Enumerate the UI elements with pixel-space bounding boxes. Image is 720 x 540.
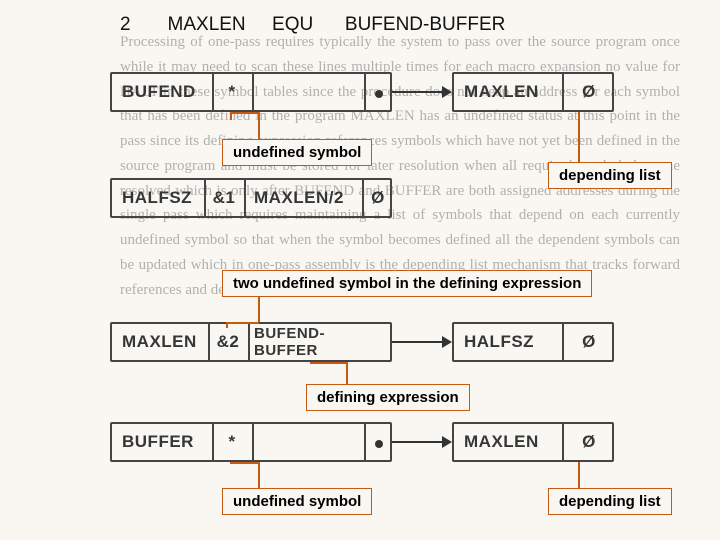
connector xyxy=(258,296,260,322)
cell: MAXLEN/2 xyxy=(244,180,362,216)
connector xyxy=(578,112,580,162)
connector xyxy=(230,462,259,464)
record-halfsz-dep: HALFSZ Ø xyxy=(452,322,614,362)
cell: MAXLEN xyxy=(454,74,562,110)
cell: &2 xyxy=(208,324,248,360)
label-undefined-symbol: undefined symbol xyxy=(222,139,372,166)
cell: HALFSZ xyxy=(112,180,204,216)
arrow-head-icon xyxy=(442,336,452,348)
record-maxlen-def: MAXLEN &2 BUFEND-BUFFER xyxy=(110,322,392,362)
label-defining-expression: defining expression xyxy=(306,384,470,411)
arrow-line xyxy=(392,91,444,93)
cell: Ø xyxy=(562,324,616,360)
arrow-head-icon xyxy=(442,436,452,448)
record-buffer: BUFFER * xyxy=(110,422,392,462)
connector xyxy=(226,322,259,324)
pointer-dot xyxy=(375,90,383,98)
record-maxlen-dep: MAXLEN Ø xyxy=(452,72,614,112)
connector xyxy=(230,112,232,120)
arrow-line xyxy=(392,341,444,343)
cell: * xyxy=(212,424,252,460)
connector xyxy=(310,362,347,364)
cell: Ø xyxy=(562,424,616,460)
record-maxlen-dep2: MAXLEN Ø xyxy=(452,422,614,462)
label-depending-list: depending list xyxy=(548,162,672,189)
cell: * xyxy=(212,74,252,110)
cell: HALFSZ xyxy=(454,324,562,360)
cell: MAXLEN xyxy=(454,424,562,460)
label-undefined-symbol-2: undefined symbol xyxy=(222,488,372,515)
label-depending-list-2: depending list xyxy=(548,488,672,515)
label-two-undefined: two undefined symbol in the defining exp… xyxy=(222,270,592,297)
cell: Ø xyxy=(362,180,394,216)
header-equ-line: 2 MAXLEN EQU BUFEND-BUFFER xyxy=(120,14,505,36)
arrow-head-icon xyxy=(442,86,452,98)
connector xyxy=(258,112,260,139)
connector xyxy=(258,462,260,488)
connector xyxy=(578,462,580,488)
cell: Ø xyxy=(562,74,616,110)
cell: BUFEND-BUFFER xyxy=(248,324,394,360)
connector xyxy=(346,362,348,384)
record-halfsz: HALFSZ &1 MAXLEN/2 Ø xyxy=(110,178,392,218)
cell: &1 xyxy=(204,180,244,216)
connector xyxy=(230,112,259,114)
cell: BUFEND xyxy=(112,74,212,110)
connector xyxy=(226,322,228,328)
cell: MAXLEN xyxy=(112,324,208,360)
arrow-line xyxy=(392,441,444,443)
cell: BUFFER xyxy=(112,424,212,460)
record-bufend: BUFEND * xyxy=(110,72,392,112)
pointer-dot xyxy=(375,440,383,448)
